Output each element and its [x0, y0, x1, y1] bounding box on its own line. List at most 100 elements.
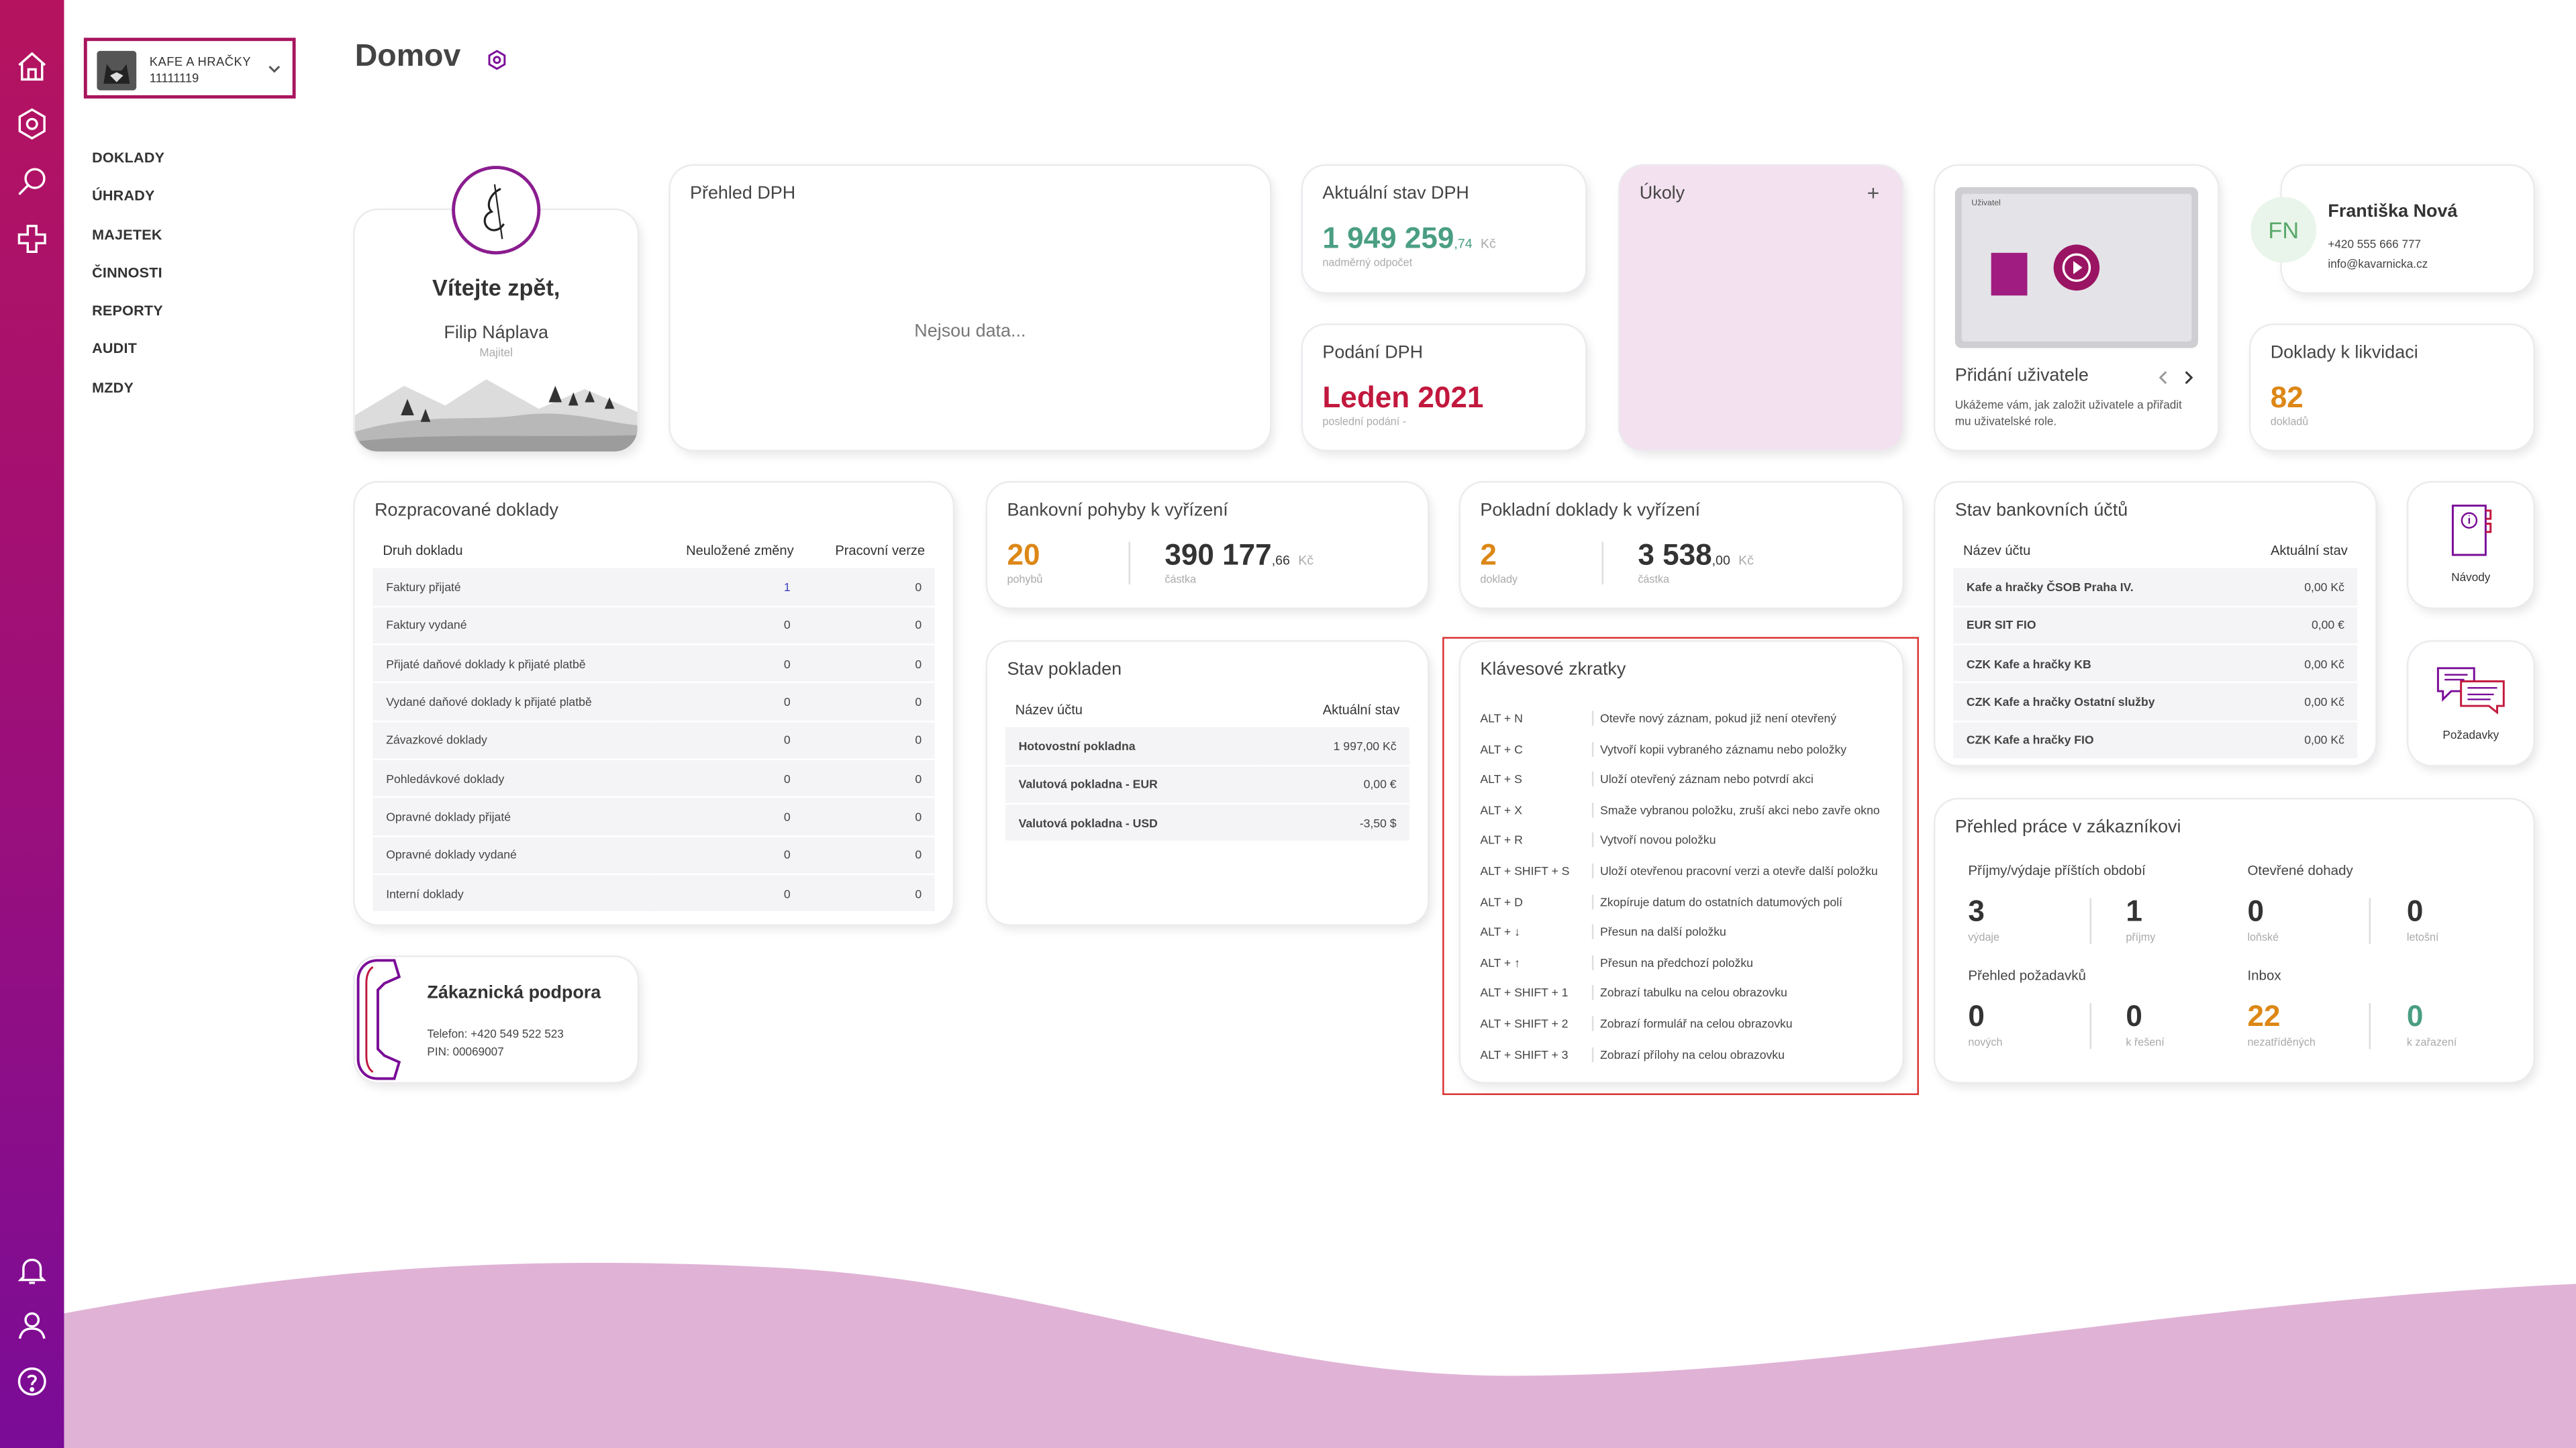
stat-note: letošní	[2406, 932, 2439, 944]
nav-item-cinnosti[interactable]: ČINNOSTI	[92, 264, 164, 303]
stat-value: 3	[1968, 894, 1985, 928]
cash-docs-amount: 3 538,00 Kč	[1638, 538, 1754, 572]
stat-note: loňské	[2247, 932, 2279, 944]
contact-phone: +420 555 666 777	[2328, 240, 2422, 252]
stat-note: k zařazení	[2406, 1037, 2457, 1049]
guides-label: Návody	[2451, 572, 2491, 585]
table-row[interactable]: Přijaté daňové doklady k přijaté platbě 0…	[373, 644, 935, 684]
contact-name: Františka Nová	[2328, 201, 2458, 222]
divider	[2369, 1002, 2371, 1049]
table-row[interactable]: Faktury přijaté 1 0	[373, 568, 935, 607]
contact-email[interactable]: info@kavarnicka.cz	[2328, 260, 2428, 271]
shortcut-row: ALT + S Uloží otevřený záznam nebo potvrd…	[1480, 772, 1814, 787]
table-row[interactable]: Kafe a hračky ČSOB Praha IV. 0,00 Kč	[1953, 568, 2358, 607]
help-icon[interactable]	[15, 1364, 49, 1398]
nav-item-doklady[interactable]: DOKLADY	[92, 150, 164, 188]
cash-state-card: Stav pokladen Název účtu Aktuální stav Ho…	[987, 641, 1428, 925]
vat-state-card[interactable]: Aktuální stav DPH 1 949 259,74 Kč nadměr…	[1303, 166, 1586, 293]
stat-note: k řešení	[2126, 1037, 2165, 1049]
shortcut-row: ALT + ↓ Přesun na další položku	[1480, 924, 1726, 939]
table-row[interactable]: Opravné doklady přijaté 0 0	[373, 797, 935, 837]
stat-value: 0	[2406, 894, 2424, 928]
vat-filing-title: Podání DPH	[1322, 343, 1424, 363]
shortcut-description: Přesun na předchozí položku	[1591, 955, 1753, 970]
table-row[interactable]: CZK Kafe a hračky FIO 0,00 Kč	[1953, 721, 2358, 760]
table-row[interactable]: CZK Kafe a hračky KB 0,00 Kč	[1953, 644, 2358, 684]
vat-state-note: nadměrný odpočet	[1322, 258, 1413, 270]
search-icon[interactable]	[15, 164, 49, 199]
table-row[interactable]: CZK Kafe a hračky Ostatní služby 0,00 Kč	[1953, 682, 2358, 722]
stat-note: výdaje	[1968, 932, 2000, 944]
requests-card[interactable]: Požadavky	[2408, 641, 2534, 766]
vat-state-title: Aktuální stav DPH	[1322, 184, 1469, 204]
vat-overview-empty: Nejsou data...	[914, 321, 1026, 342]
table-row[interactable]: EUR SIT FIO 0,00 €	[1953, 606, 2358, 645]
contact-card: Františka Nová +420 555 666 777 info@kav…	[2281, 166, 2534, 293]
phone-icon	[356, 959, 401, 1080]
chat-icon	[2436, 667, 2505, 715]
tutorial-video[interactable]: Uživatel	[1954, 187, 2199, 348]
shortcuts-title: Klávesové zkratky	[1480, 660, 1626, 680]
nav-item-uhrady[interactable]: ÚHRADY	[92, 188, 164, 226]
video-header: Uživatel	[1971, 199, 2001, 209]
guides-card[interactable]: Návody	[2408, 482, 2534, 608]
bank-moves-count: 20	[1007, 538, 1040, 572]
company-avatar	[97, 50, 137, 91]
table-row[interactable]: Vydané daňové doklady k přijaté platbě 0 0	[373, 682, 935, 722]
shortcut-row: ALT + R Vytvoří novou položku	[1480, 833, 1716, 848]
shortcut-description: Zobrazí tabulku na celou obrazovku	[1591, 985, 1787, 1000]
puzzle-icon[interactable]	[15, 221, 49, 256]
table-row[interactable]: Valutová pokladna - EUR 0,00 €	[1005, 765, 1410, 805]
tutorial-card: Uživatel Přidání uživatele Ukážeme vám, …	[1935, 166, 2218, 450]
nav-item-majetek[interactable]: MAJETEK	[92, 226, 164, 264]
welcome-card: Vítejte zpět, Filip Náplava Majitel	[354, 166, 638, 452]
support-card[interactable]: Zákaznická podpora Telefon: +420 549 522…	[354, 957, 638, 1082]
user-icon[interactable]	[15, 1308, 49, 1343]
customer-work-title: Přehled práce v zákazníkovi	[1954, 817, 2181, 837]
home-icon[interactable]	[15, 49, 49, 83]
bank-moves-amount: 390 177,66 Kč	[1165, 538, 1314, 572]
tasks-title: Úkoly	[1639, 184, 1685, 204]
table-row[interactable]: Faktury vydané 0 0	[373, 606, 935, 645]
company-selector[interactable]: KAFE A HRAČKY 11111119	[83, 38, 296, 99]
shortcut-row: ALT + SHIFT + 3 Zobrazí přílohy na celou …	[1480, 1047, 1785, 1062]
liquidation-note: dokladů	[2270, 417, 2309, 429]
add-task-button[interactable]: +	[1867, 180, 1880, 205]
signature-logo	[452, 166, 541, 255]
nav-item-mzdy[interactable]: MZDY	[92, 379, 164, 417]
shortcut-key: ALT + S	[1480, 772, 1522, 787]
play-icon[interactable]	[2053, 244, 2100, 291]
table-row[interactable]: Interní doklady 0 0	[373, 874, 935, 913]
liquidation-card[interactable]: Doklady k likvidaci 82 dokladů	[2250, 325, 2534, 450]
cash-docs-count-note: doklady	[1480, 574, 1518, 586]
vat-filing-card[interactable]: Podání DPH Leden 2021 poslední podání -	[1303, 325, 1586, 450]
shortcut-key: ALT + SHIFT + S	[1480, 863, 1570, 878]
gear-icon[interactable]	[15, 107, 49, 141]
bell-icon[interactable]	[15, 1253, 49, 1287]
shortcuts-card: Klávesové zkratky ALT + N Otevře nový záz…	[1460, 641, 1903, 1082]
chevron-right-icon[interactable]	[2180, 370, 2196, 386]
divider	[2089, 898, 2091, 944]
welcome-user-role: Majitel	[479, 348, 513, 360]
stat-value: 0	[2406, 1000, 2424, 1033]
bank-accounts-table: Název účtu Aktuální stav Kafe a hračky ČS…	[1953, 532, 2358, 760]
cash-header-account: Název účtu	[1015, 701, 1083, 717]
table-row[interactable]: Pohledávkové doklady 0 0	[373, 759, 935, 798]
table-row[interactable]: Hotovostní pokladna 1 997,00 Kč	[1005, 727, 1410, 767]
table-row[interactable]: Závazkové doklady 0 0	[373, 721, 935, 760]
dashboard-settings-icon[interactable]	[487, 49, 508, 70]
divider	[1128, 541, 1131, 585]
nav-item-reporty[interactable]: REPORTY	[92, 303, 164, 341]
bank-moves-card[interactable]: Bankovní pohyby k vyřízení 20 pohybů 390…	[987, 482, 1428, 608]
main-nav: DOKLADY ÚHRADY MAJETEK ČINNOSTI REPORTY …	[92, 150, 164, 417]
cash-docs-card[interactable]: Pokladní doklady k vyřízení 2 doklady 3 …	[1460, 482, 1903, 608]
table-row[interactable]: Opravné doklady vydané 0 0	[373, 835, 935, 875]
bank-moves-count-note: pohybů	[1007, 574, 1043, 586]
cash-docs-amount-note: částka	[1638, 574, 1670, 586]
shortcut-key: ALT + SHIFT + 2	[1480, 1016, 1569, 1031]
company-id: 11111119	[149, 70, 199, 86]
table-row[interactable]: Valutová pokladna - USD -3,50 $	[1005, 803, 1410, 843]
shortcut-description: Zkopíruje datum do ostatních datumových …	[1591, 894, 1842, 909]
chevron-left-icon[interactable]	[2155, 370, 2171, 386]
nav-item-audit[interactable]: AUDIT	[92, 341, 164, 379]
